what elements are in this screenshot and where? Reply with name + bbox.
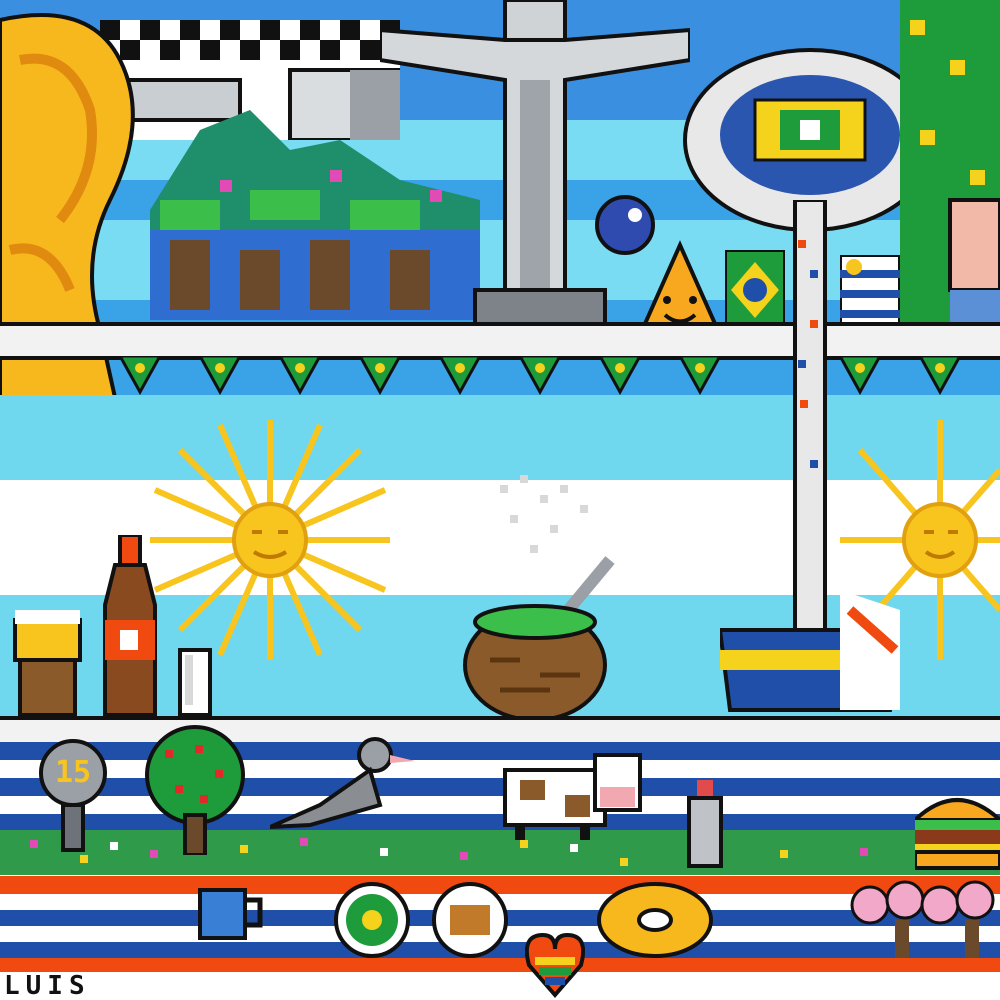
burger-icon <box>915 798 1000 870</box>
cow-icon <box>503 753 642 840</box>
beer-glass <box>13 610 82 717</box>
bottom-stripe-7 <box>0 972 1000 1000</box>
tree-icon <box>145 725 245 855</box>
pixel-art-canvas: 15 LUIS <box>0 0 1000 1000</box>
alfajor <box>432 882 508 958</box>
mate-gourd-icon <box>463 556 615 720</box>
donut-icon <box>597 882 713 958</box>
bunting <box>118 356 962 396</box>
bird-icon <box>270 737 415 829</box>
green-badge <box>334 882 410 958</box>
top-rail <box>0 322 1000 360</box>
boat <box>720 590 900 712</box>
blossom-tree <box>850 880 995 958</box>
soda-bottle-icon <box>103 535 157 717</box>
argentina-sun-icon <box>150 420 390 660</box>
right-foliage <box>900 0 1000 340</box>
mug <box>198 888 263 940</box>
number-badge-icon: 15 <box>38 728 108 858</box>
small-glass <box>178 648 212 717</box>
badge-number: 15 <box>54 755 92 790</box>
bottom-text: LUIS <box>4 971 91 1000</box>
heart-icon <box>525 932 585 999</box>
bottom-stripe-6 <box>0 958 1000 972</box>
grey-bottle <box>687 780 723 868</box>
